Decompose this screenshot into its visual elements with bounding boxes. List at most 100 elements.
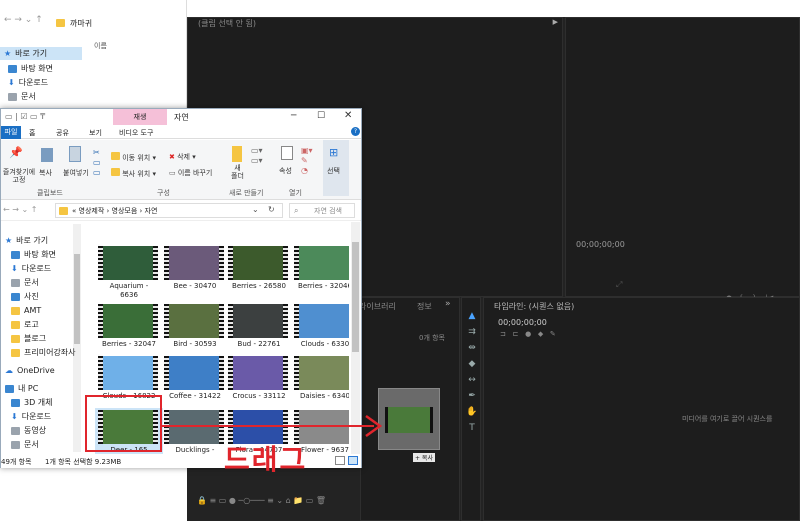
nav-logo[interactable]: 로고 (11, 318, 39, 331)
minimize-button[interactable]: ─ (291, 111, 296, 121)
file-item[interactable]: Coffee - 31422 (161, 354, 229, 406)
nav-desktop[interactable]: 바탕 화면 (11, 248, 56, 261)
search-box[interactable]: ⌕ 자연 검색 (289, 203, 355, 218)
selection-tool-icon[interactable]: ▲ (466, 310, 478, 322)
folder-icon (56, 19, 65, 27)
move-folder-icon (111, 152, 120, 160)
file-item[interactable]: Bee - 30470 (161, 244, 229, 296)
back-nav-documents[interactable]: 문서 (8, 90, 36, 103)
pen-tool-icon[interactable]: ✒ (466, 390, 478, 402)
back-nav-downloads[interactable]: ⬇ 다운로드 (8, 76, 48, 89)
cut-icons[interactable]: ✂ ▭ ▭ (93, 148, 101, 178)
tab-info[interactable]: 정보 (417, 301, 432, 312)
project-bottom-toolbar[interactable]: 🔒 ≡ ▭ ● ─○─── ≡ ⌄ ⌂ 📁 ▭ 🗑 (197, 496, 326, 505)
desktop-icon (8, 64, 17, 73)
nav-videos[interactable]: 동영상 (11, 424, 46, 437)
nav-quick-access[interactable]: ★ 바로 가기 (5, 234, 48, 247)
nav-premiere-lecture[interactable]: 프리미어강좌사 (11, 346, 76, 359)
breadcrumb[interactable]: « 영상제작 › 영상모음 › 자연 (72, 206, 157, 216)
address-row: ← → ⌄ ↑ « 영상제작 › 영상모음 › 자연 ⌄ ↻ ⌕ 자연 검색 (1, 201, 361, 221)
tab-view[interactable]: 보기 (89, 128, 102, 138)
file-item[interactable]: Bird - 30593 (161, 302, 229, 354)
front-nav-arrows[interactable]: ← → ⌄ ↑ (3, 205, 37, 214)
move-to-button[interactable]: 이동 위치 ▾ (111, 152, 156, 163)
ripple-edit-tool-icon[interactable]: ⇹ (466, 342, 478, 354)
rename-button[interactable]: ▭ 이름 바꾸기 (169, 168, 212, 178)
hand-tool-icon[interactable]: ✋ (466, 406, 478, 418)
drag-ghost-thumbnail (378, 388, 440, 450)
nav-pictures[interactable]: 사진 (11, 290, 39, 303)
close-button[interactable]: ✕ (344, 110, 352, 121)
back-nav-arrows[interactable]: ← → ⌄ ↑ (4, 15, 43, 25)
properties-icon (281, 146, 293, 160)
file-item[interactable]: Crocus - 33112 (225, 354, 293, 406)
file-item[interactable]: Daisies - 6340 (291, 354, 349, 406)
help-icon[interactable]: ? (351, 127, 360, 136)
nav-documents[interactable]: 문서 (11, 276, 39, 289)
nav-scrollbar[interactable] (73, 224, 81, 452)
razor-tool-icon[interactable]: ◆ (466, 358, 478, 370)
file-name: Berries - 32046 (298, 282, 349, 290)
pin-quick-access-button[interactable]: 즐겨찾기에 고정 (1, 168, 37, 184)
large-icons-view-icon[interactable] (348, 456, 358, 465)
file-item[interactable]: Aquarium - 6636 (95, 244, 163, 299)
new-folder-button[interactable]: 새 폴더 (231, 164, 244, 180)
file-item[interactable]: Deer - 165 (95, 408, 163, 454)
document-icon (8, 92, 17, 101)
panel-menu-icon[interactable]: ▶ (553, 18, 558, 26)
file-item[interactable]: Berries - 26580 (225, 244, 293, 296)
export-frame-icon[interactable]: ⤢ (616, 280, 622, 290)
nav-scrollbar-thumb[interactable] (74, 254, 80, 344)
delete-button[interactable]: ✖ 삭제 ▾ (169, 152, 196, 162)
refresh-icon[interactable]: ↻ (268, 205, 275, 214)
back-nav-desktop[interactable]: 바탕 화면 (8, 62, 53, 75)
nav-blog[interactable]: 블로그 (11, 332, 46, 345)
copy-to-button[interactable]: 복사 위치 ▾ (111, 168, 156, 179)
maximize-button[interactable]: ☐ (317, 111, 325, 121)
file-item[interactable]: Clouds - 16822 (95, 354, 163, 406)
slip-tool-icon[interactable]: ↔ (466, 374, 478, 386)
address-box[interactable]: « 영상제작 › 영상모음 › 자연 ⌄ ↻ (55, 203, 283, 218)
nav-pc-downloads[interactable]: ⬇ 다운로드 (11, 410, 51, 423)
timeline-tool-icons[interactable]: ⊐ ⊏ ● ◆ ✎ (500, 330, 556, 338)
column-name-header[interactable]: 이름 (94, 41, 107, 51)
file-item[interactable]: Bud - 22761 (225, 302, 293, 354)
back-quick-access[interactable]: ★ 바로 가기 (4, 47, 47, 60)
file-item[interactable]: Berries - 32046 (291, 244, 349, 296)
new-item-icons[interactable]: ▭▾ ▭▾ (251, 146, 263, 166)
tab-share[interactable]: 공유 (56, 128, 69, 138)
content-scrollbar-thumb[interactable] (352, 242, 359, 352)
details-view-icon[interactable] (335, 456, 345, 465)
panel-expand-icon[interactable]: » (445, 299, 451, 309)
tab-library[interactable]: 라이브러리 (359, 301, 396, 312)
tools-panel: ▲ ⇉ ⇹ ◆ ↔ ✒ ✋ T (461, 297, 481, 521)
nav-pc-documents[interactable]: 문서 (11, 438, 39, 451)
nav-amt[interactable]: AMT (11, 304, 41, 317)
copy-button[interactable]: 복사 (39, 168, 52, 178)
dropdown-icon[interactable]: ⌄ (252, 205, 259, 214)
quick-toolbar[interactable]: ▭ | ☑ ▭ ₸ (5, 112, 45, 121)
tab-video-tools[interactable]: 비디오 도구 (119, 128, 153, 138)
context-tab-play[interactable]: 재생 (113, 109, 167, 125)
content-scrollbar[interactable] (351, 222, 360, 454)
select-button[interactable]: 선택 (327, 166, 340, 176)
file-item[interactable]: Berries - 32047 (95, 302, 163, 354)
nav-3d-objects[interactable]: 3D 개체 (11, 396, 53, 409)
track-select-tool-icon[interactable]: ⇉ (466, 326, 478, 338)
file-item[interactable]: Clouds - 6330 (291, 302, 349, 354)
type-tool-icon[interactable]: T (466, 422, 478, 434)
tab-home[interactable]: 홈 (29, 128, 35, 138)
file-item[interactable]: Ducklings - 4135 (161, 408, 229, 454)
nav-downloads[interactable]: ⬇ 다운로드 (11, 262, 51, 275)
title-bar: ▭ | ☑ ▭ ₸ 재생 자연 ─ ☐ ✕ (1, 109, 361, 125)
nav-onedrive[interactable]: ☁ OneDrive (5, 364, 55, 377)
star-icon: ★ (4, 49, 12, 58)
video-thumbnail (228, 356, 288, 390)
paste-button[interactable]: 붙여넣기 (63, 168, 89, 178)
thumbnail-image (103, 410, 153, 444)
thumbnail-image (103, 304, 153, 338)
open-icons[interactable]: ▣▾ ✎ ◔ (301, 146, 313, 176)
properties-button[interactable]: 속성 (279, 166, 292, 176)
tab-file[interactable]: 파일 (1, 126, 21, 139)
nav-this-pc[interactable]: 내 PC (5, 382, 38, 395)
